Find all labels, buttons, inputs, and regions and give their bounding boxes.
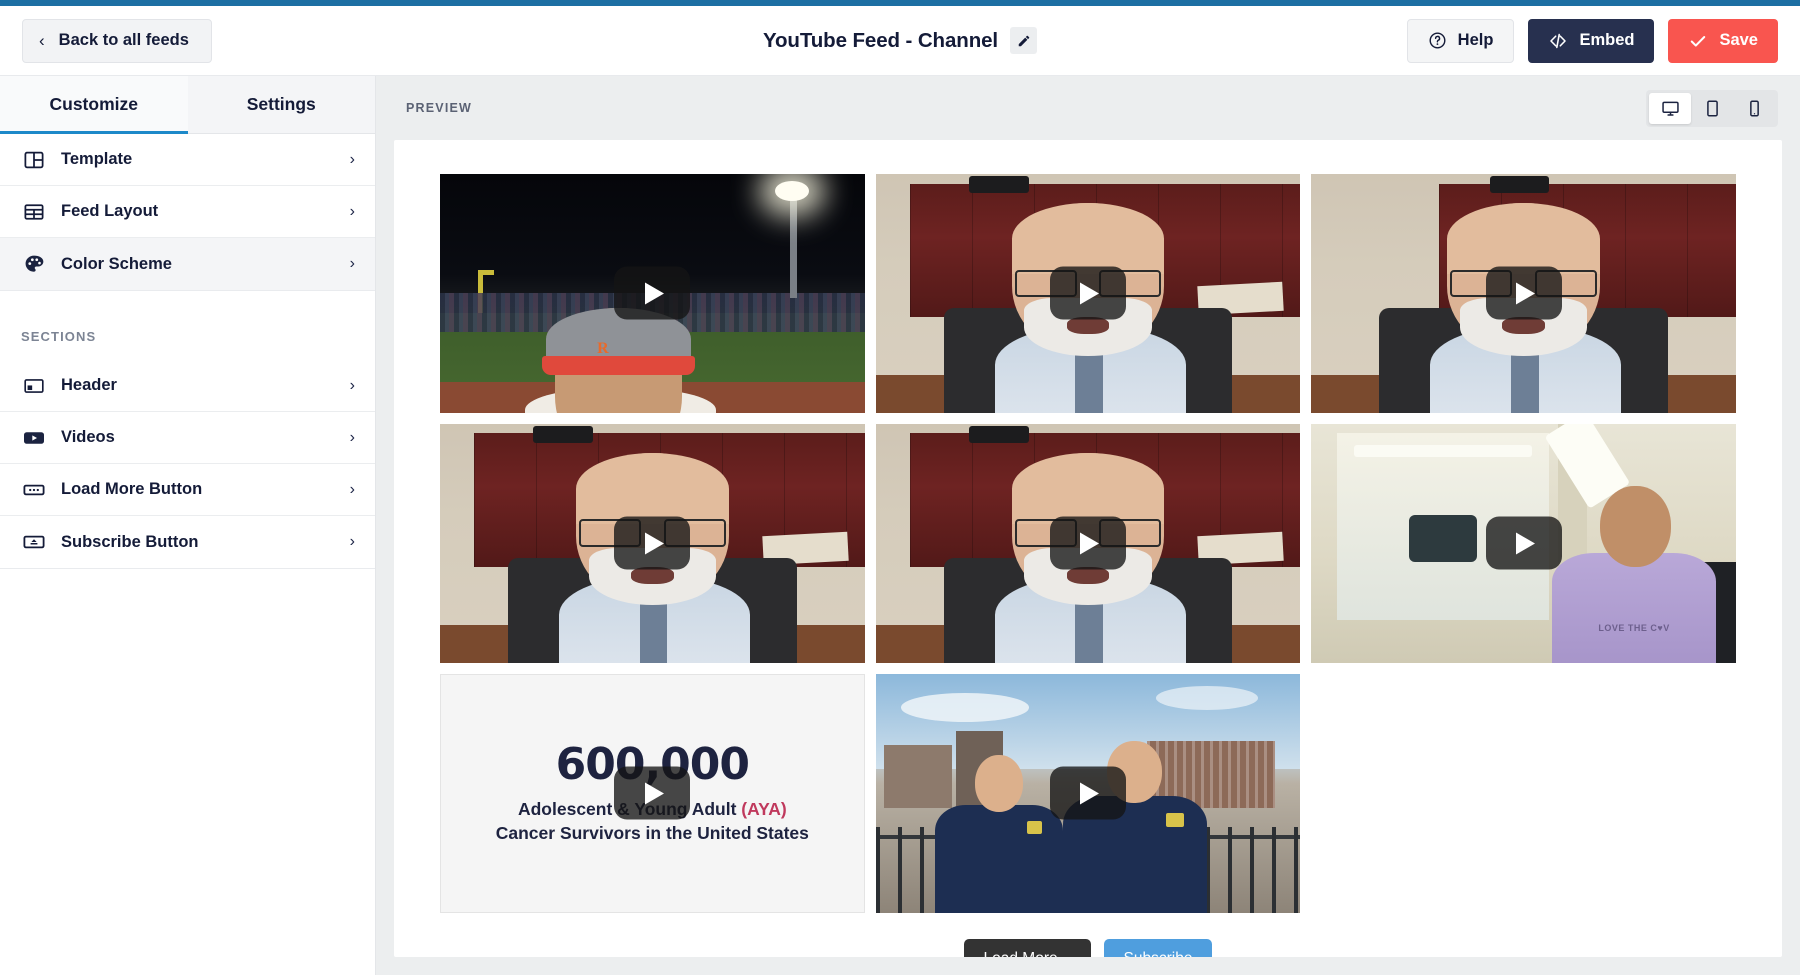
video-grid: R LOVE THE C♥V 600,000 Adolescent Adult … bbox=[440, 174, 1736, 913]
sidebar-empty-space bbox=[0, 569, 375, 975]
save-button-label: Save bbox=[1719, 31, 1758, 49]
sidebar-item-header-label: Header bbox=[61, 376, 117, 394]
chevron-right-icon: › bbox=[349, 480, 355, 498]
play-icon[interactable] bbox=[1049, 266, 1126, 320]
app-header: ‹ Back to all feeds YouTube Feed - Chann… bbox=[0, 6, 1800, 76]
video-thumbnail[interactable]: R bbox=[440, 174, 865, 413]
play-icon[interactable] bbox=[1485, 516, 1562, 570]
load-more-button[interactable]: Load More... bbox=[963, 938, 1091, 957]
sidebar-item-feed-layout[interactable]: Feed Layout › bbox=[0, 186, 375, 238]
embed-button[interactable]: Embed bbox=[1528, 18, 1655, 63]
sidebar-item-load-more-button-label: Load More Button bbox=[61, 480, 203, 498]
video-thumbnail[interactable] bbox=[1311, 174, 1736, 413]
chevron-right-icon: › bbox=[349, 533, 355, 550]
preview-toolbar: PREVIEW bbox=[394, 76, 1782, 140]
help-button[interactable]: Help bbox=[1406, 18, 1515, 63]
subscribe-icon bbox=[21, 530, 47, 554]
preview-canvas: R LOVE THE C♥V 600,000 Adolescent Adult … bbox=[394, 140, 1782, 957]
mobile-icon bbox=[1749, 99, 1759, 117]
tab-settings-label: Settings bbox=[246, 94, 316, 114]
back-button-label: Back to all feeds bbox=[58, 31, 189, 49]
shirt-text: LOVE THE C♥V bbox=[1598, 623, 1670, 634]
tab-settings[interactable]: Settings bbox=[188, 76, 376, 133]
sidebar-item-videos[interactable]: Videos › bbox=[0, 412, 375, 464]
chevron-left-icon: ‹ bbox=[39, 31, 45, 50]
help-button-label: Help bbox=[1457, 31, 1494, 49]
play-icon[interactable] bbox=[1049, 766, 1126, 820]
sidebar-item-header[interactable]: Header › bbox=[0, 360, 375, 412]
pencil-icon bbox=[1018, 35, 1029, 46]
embed-button-label: Embed bbox=[1579, 31, 1635, 49]
device-toggle-group bbox=[1646, 89, 1778, 127]
header-block-icon bbox=[21, 375, 47, 397]
monitor-icon bbox=[1661, 101, 1679, 116]
checkmark-icon bbox=[1691, 35, 1706, 47]
chevron-right-icon: › bbox=[349, 255, 355, 272]
sidebar: Customize Settings Template › Feed Layou… bbox=[0, 76, 376, 975]
grid-layout-icon bbox=[21, 201, 47, 223]
play-icon[interactable] bbox=[1485, 266, 1562, 320]
back-to-all-feeds-button[interactable]: ‹ Back to all feeds bbox=[22, 18, 212, 63]
page-title: YouTube Feed - Channel bbox=[762, 28, 999, 52]
video-thumbnail[interactable]: 600,000 Adolescent & Young Adult (AYA) C… bbox=[440, 673, 865, 913]
tablet-icon bbox=[1706, 99, 1718, 117]
sidebar-item-template-label: Template bbox=[61, 150, 133, 168]
video-thumbnail[interactable] bbox=[875, 673, 1301, 913]
chevron-right-icon: › bbox=[349, 428, 355, 446]
load-more-icon bbox=[21, 478, 47, 502]
sections-heading: SECTIONS bbox=[21, 329, 97, 344]
header-actions: Help Embed Save bbox=[1406, 18, 1778, 63]
sidebar-item-template[interactable]: Template › bbox=[0, 134, 375, 186]
sidebar-item-color-scheme[interactable]: Color Scheme › bbox=[0, 238, 375, 290]
sidebar-item-feed-layout-label: Feed Layout bbox=[61, 202, 159, 220]
template-layout-icon bbox=[21, 149, 47, 171]
sidebar-item-subscribe-button-label: Subscribe Button bbox=[61, 532, 199, 551]
video-thumbnail[interactable]: LOVE THE C♥V bbox=[1311, 423, 1736, 663]
play-icon[interactable] bbox=[614, 766, 691, 820]
edit-title-button[interactable] bbox=[1010, 27, 1038, 54]
sidebar-sections-group: Header › Videos › Load More Button › Sub… bbox=[0, 360, 375, 569]
sidebar-main-group: Template › Feed Layout › Color Scheme › bbox=[0, 134, 375, 291]
subscribe-button[interactable]: Subscribe bbox=[1103, 938, 1213, 957]
play-icon[interactable] bbox=[614, 516, 691, 570]
video-thumbnail[interactable] bbox=[440, 423, 865, 663]
device-tablet-button[interactable] bbox=[1691, 93, 1733, 124]
question-circle-icon bbox=[1429, 32, 1446, 49]
chevron-right-icon: › bbox=[349, 376, 355, 394]
sidebar-item-videos-label: Videos bbox=[61, 428, 115, 446]
chevron-right-icon: › bbox=[349, 150, 355, 168]
sidebar-tabs: Customize Settings bbox=[0, 76, 375, 134]
chevron-right-icon: › bbox=[349, 202, 355, 220]
play-icon[interactable] bbox=[1049, 516, 1126, 570]
tab-customize-label: Customize bbox=[49, 94, 138, 114]
youtube-play-icon bbox=[21, 426, 47, 450]
video-thumbnail[interactable] bbox=[875, 174, 1301, 413]
stat-line-two: Cancer Survivors in the United States bbox=[495, 822, 809, 843]
sidebar-item-color-scheme-label: Color Scheme bbox=[61, 254, 172, 273]
app-body: Customize Settings Template › Feed Layou… bbox=[0, 76, 1800, 975]
stat-line-one-highlight: (AYA) bbox=[741, 798, 787, 819]
device-mobile-button[interactable] bbox=[1733, 93, 1775, 124]
preview-panel: PREVIEW R LOVE THE C♥V 600,000 Adolescen… bbox=[376, 76, 1800, 975]
code-brackets-icon bbox=[1550, 33, 1567, 48]
save-button[interactable]: Save bbox=[1668, 18, 1778, 63]
video-thumbnail[interactable] bbox=[875, 423, 1301, 663]
sidebar-item-load-more-button[interactable]: Load More Button › bbox=[0, 464, 375, 516]
sidebar-item-subscribe-button[interactable]: Subscribe Button › bbox=[0, 516, 375, 568]
play-icon[interactable] bbox=[614, 266, 691, 320]
feed-footer: Load More... Subscribe bbox=[440, 913, 1736, 957]
tab-customize[interactable]: Customize bbox=[0, 76, 188, 134]
palette-icon bbox=[21, 253, 47, 275]
device-desktop-button[interactable] bbox=[1649, 92, 1691, 124]
preview-label: PREVIEW bbox=[406, 101, 473, 115]
